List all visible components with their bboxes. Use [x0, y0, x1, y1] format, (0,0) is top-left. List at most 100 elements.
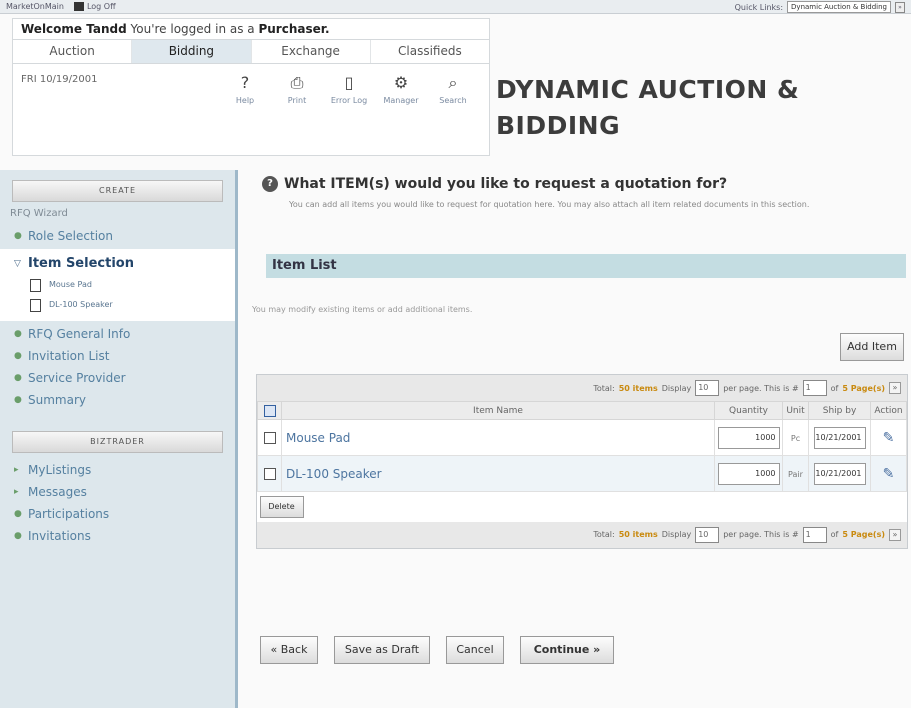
sidebar-item-rfq-general-info[interactable]: ● RFQ General Info [0, 323, 235, 345]
login-status: You're logged in as a [130, 22, 259, 36]
page-number-select[interactable]: 1 [802, 380, 827, 396]
quantity-field[interactable]: 1000 [717, 426, 780, 449]
sidebar-item-invitation-list[interactable]: ● Invitation List [0, 345, 235, 367]
sidebar-item-participations[interactable]: ● Participations [0, 503, 235, 525]
expand-arrow-icon: ▽ [14, 259, 21, 269]
sidebar-item-messages[interactable]: ▸ Messages [0, 481, 235, 503]
per-page-select[interactable]: 10 [695, 380, 720, 396]
question-description: You can add all items you would like to … [289, 200, 810, 209]
top-bar: MarketOnMain Log Off Quick Links: Dynami… [0, 0, 911, 14]
sidebar-item-service-provider[interactable]: ● Service Provider [0, 367, 235, 389]
user-role: Purchaser. [258, 22, 330, 36]
biztrader-header: BIZTRADER [12, 431, 223, 453]
toolbar: ? Help ⎙ Print ▯ Error Log ⚙ Manager ⌕ Search [219, 72, 479, 105]
item-name-link[interactable]: Mouse Pad [282, 431, 350, 445]
site-link[interactable]: MarketOnMain [6, 2, 64, 11]
tab-bidding[interactable]: Bidding [132, 40, 252, 63]
sidebar-item-role-selection[interactable]: ● Role Selection [0, 225, 235, 247]
table-row: Mouse Pad 1000 Pc 10/21/2001 ✎ [257, 419, 907, 456]
document-icon [30, 298, 41, 312]
item-grid: Total: 50 items Display 10 per page. Thi… [256, 374, 908, 549]
help-tool[interactable]: ? Help [219, 72, 271, 105]
logoff-link[interactable]: Log Off [73, 2, 116, 11]
main-content: ? What ITEM(s) would you like to request… [244, 170, 911, 708]
item-name-link[interactable]: DL-100 Speaker [282, 467, 382, 481]
sidebar: CREATE RFQ Wizard ● Role Selection ▽ Item … [0, 170, 238, 708]
quick-links-label: Quick Links: [734, 2, 784, 12]
item-table: Item Name Quantity Unit Ship by Action M… [257, 401, 907, 522]
ship-by-field[interactable]: 10/21/2001 [813, 426, 866, 449]
page-title: DYNAMIC AUCTION & BIDDING [496, 75, 800, 140]
quantity-field[interactable]: 1000 [717, 462, 780, 485]
search-icon: ⌕ [448, 73, 458, 92]
tab-auction[interactable]: Auction [13, 40, 133, 63]
delete-row: Delete [258, 492, 907, 522]
delete-button[interactable]: Delete [259, 495, 304, 518]
print-tool[interactable]: ⎙ Print [271, 72, 323, 105]
search-tool[interactable]: ⌕ Search [427, 72, 479, 105]
sidebar-item-mylistings[interactable]: ▸ MyListings [0, 459, 235, 481]
cancel-button[interactable]: Cancel [446, 636, 504, 664]
save-draft-button[interactable]: Save as Draft [334, 636, 430, 664]
manager-icon: ⚙ [393, 73, 409, 92]
sidebar-subitem-mouse-pad[interactable]: Mouse Pad [0, 275, 235, 295]
welcome-greeting: Welcome Tandd [21, 22, 127, 36]
unit-value: Pair [788, 470, 803, 479]
question-heading: ? What ITEM(s) would you like to request… [262, 176, 727, 192]
sidebar-subitem-speaker[interactable]: DL-100 Speaker [0, 295, 235, 315]
arrow-icon: ▸ [14, 465, 19, 475]
column-unit: Unit [782, 401, 809, 420]
column-item-name: Item Name [281, 401, 715, 420]
document-icon [30, 278, 41, 292]
sidebar-item-invitations[interactable]: ● Invitations [0, 525, 235, 547]
back-button[interactable]: « Back [260, 636, 318, 664]
select-all-checkbox[interactable] [263, 404, 276, 417]
edit-item-icon[interactable]: ✎ [883, 430, 895, 446]
bullet-icon: ● [14, 231, 22, 241]
current-date: FRI 10/19/2001 [21, 74, 98, 85]
per-page-select[interactable]: 10 [695, 526, 720, 543]
quick-links-select[interactable]: Dynamic Auction & Bidding [787, 1, 891, 13]
bottom-pager: Total: 50 items Display 10 per page. Thi… [257, 521, 907, 548]
page-number-select[interactable]: 1 [802, 526, 827, 543]
row-checkbox[interactable] [263, 468, 276, 480]
ship-by-field[interactable]: 10/21/2001 [813, 462, 866, 485]
column-ship-by: Ship by [808, 401, 871, 420]
sidebar-item-summary[interactable]: ● Summary [0, 389, 235, 411]
add-item-button[interactable]: Add Item [840, 333, 904, 361]
quick-links-go-button[interactable]: » [895, 1, 905, 13]
modify-note: You may modify existing items or add add… [252, 305, 473, 314]
column-action: Action [870, 401, 907, 420]
date-tools-panel: FRI 10/19/2001 ? Help ⎙ Print ▯ Error Log ⚙… [12, 64, 490, 156]
bullet-icon: ● [14, 531, 22, 541]
table-header-row: Item Name Quantity Unit Ship by Action [257, 401, 907, 420]
unit-value: Pc [790, 434, 801, 443]
error-log-icon: ▯ [344, 73, 354, 92]
manager-tool[interactable]: ⚙ Manager [375, 72, 427, 105]
bullet-icon: ● [14, 351, 22, 361]
item-list-header: Item List [266, 254, 906, 278]
top-pager: Total: 50 items Display 10 per page. Thi… [257, 375, 907, 401]
question-icon: ? [262, 176, 278, 192]
bullet-icon: ● [14, 373, 22, 383]
tab-exchange[interactable]: Exchange [252, 40, 371, 63]
row-checkbox[interactable] [263, 432, 276, 444]
bullet-icon: ● [14, 329, 22, 339]
error-log-tool[interactable]: ▯ Error Log [323, 72, 375, 105]
bullet-icon: ● [14, 509, 22, 519]
rfq-wizard-label: RFQ Wizard [10, 208, 68, 219]
tab-classifieds[interactable]: Classifieds [371, 40, 489, 63]
table-row: DL-100 Speaker 1000 Pair 10/21/2001 ✎ [257, 455, 907, 492]
edit-item-icon[interactable]: ✎ [883, 466, 895, 482]
continue-button[interactable]: Continue » [520, 636, 614, 664]
bullet-icon: ● [14, 395, 22, 405]
sidebar-item-item-selection[interactable]: ▽ Item Selection [0, 253, 235, 275]
print-icon: ⎙ [290, 73, 304, 92]
module-tabs: Auction Bidding Exchange Classifieds [12, 40, 490, 64]
wizard-buttons: « Back Save as Draft Cancel Continue » [260, 636, 614, 664]
sidebar-active-group: ▽ Item Selection Mouse Pad DL-100 Speaker [0, 249, 235, 321]
next-page-button[interactable]: » [889, 382, 901, 394]
create-header: CREATE [12, 180, 223, 202]
next-page-button[interactable]: » [889, 528, 901, 541]
logoff-icon [73, 2, 84, 11]
